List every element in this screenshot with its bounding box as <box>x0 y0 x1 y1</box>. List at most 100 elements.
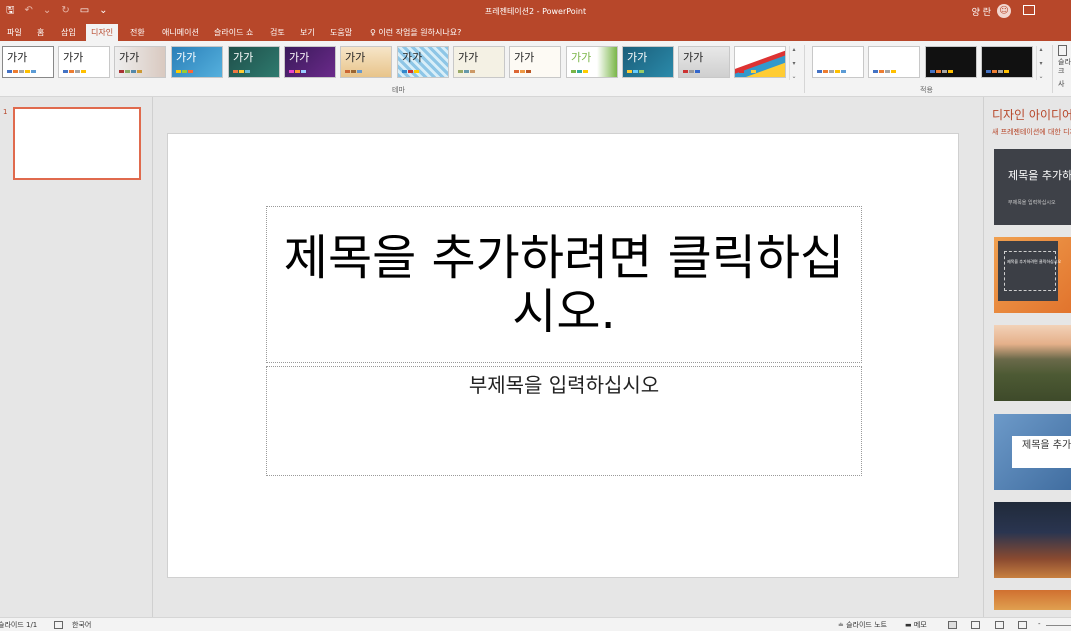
ribbon-display-options-icon[interactable] <box>1023 5 1035 15</box>
zoom-out-button[interactable]: - <box>1038 620 1041 628</box>
scroll-up-icon[interactable]: ▴ <box>792 46 795 53</box>
theme-preview-text: 가가 <box>233 51 254 64</box>
variant-2[interactable] <box>868 46 920 78</box>
slide-sorter-icon[interactable] <box>971 621 980 629</box>
theme-preview-text: 가가 <box>289 51 310 64</box>
subtitle-placeholder[interactable]: 부제목을 입력하십시오 <box>266 366 862 476</box>
tab-transitions[interactable]: 전환 <box>125 24 150 41</box>
user-name: 양 란 <box>971 7 991 18</box>
notes-label: 슬라이드 노트 <box>846 621 887 629</box>
themes-scroll[interactable]: ▴ ▾ ⌄ <box>789 46 798 80</box>
variants-group-label: 적용 <box>920 86 933 94</box>
avatar[interactable]: ☺ <box>997 4 1011 18</box>
group-separator <box>1052 45 1053 93</box>
customize-group[interactable]: 슬라 크 사 <box>1058 45 1071 89</box>
slide-size-icon <box>1058 45 1067 56</box>
design-ideas-subtitle: 새 프레젠테이션에 대한 디자인 아이디어 <box>992 128 1071 136</box>
theme-8[interactable]: 가가 <box>397 46 449 78</box>
theme-13[interactable]: 가가 <box>678 46 730 78</box>
comments-button[interactable]: ▬ 메모 <box>905 620 927 630</box>
theme-5[interactable]: 가가 <box>228 46 280 78</box>
scroll-down-icon[interactable]: ▾ <box>1039 60 1042 67</box>
variant-1[interactable] <box>812 46 864 78</box>
design-idea-6[interactable] <box>994 590 1071 610</box>
tell-me-search[interactable]: ♀ 이런 작업을 원하시나요? <box>370 24 461 41</box>
theme-preview-text: 가가 <box>402 51 423 64</box>
tab-review[interactable]: 검토 <box>265 24 290 41</box>
design-ideas-title: 디자인 아이디어 <box>992 108 1071 122</box>
slide-thumbnail-1[interactable] <box>13 107 141 180</box>
tell-me-label: 이런 작업을 원하시나요? <box>378 28 462 37</box>
notes-icon: ≐ <box>838 621 847 629</box>
theme-3[interactable]: 가가 <box>114 46 166 78</box>
tab-design[interactable]: 디자인 <box>86 24 119 41</box>
slide-canvas[interactable]: 제목을 추가하려면 클릭하십시오. 부제목을 입력하십시오 <box>167 133 959 578</box>
tab-insert[interactable]: 삽입 <box>56 24 81 41</box>
theme-preview-text: 가가 <box>571 51 592 64</box>
design-ribbon: 가가 가가 가가 가가 가가 가가 가가 가가 가가 가가 가가 가가 가가 ▴… <box>0 41 1071 97</box>
zoom-slider[interactable] <box>1046 625 1071 626</box>
theme-11[interactable]: 가가 <box>566 46 618 78</box>
theme-office[interactable]: 가가 <box>2 46 54 78</box>
scroll-up-icon[interactable]: ▴ <box>1039 46 1042 53</box>
theme-14[interactable] <box>734 46 786 78</box>
design-idea-1[interactable]: 제목을 추가하려면 클릭하십시오 부제목을 입력하십시오 <box>994 149 1071 225</box>
theme-office-2[interactable]: 가가 <box>58 46 110 78</box>
variants-scroll[interactable]: ▴ ▾ ⌄ <box>1036 46 1045 80</box>
tab-home[interactable]: 홈 <box>32 24 49 41</box>
idea-title-text: 제목을 추가하려면 클릭하십시오 <box>1008 169 1071 182</box>
more-icon[interactable]: ⌄ <box>791 73 796 80</box>
title-placeholder[interactable]: 제목을 추가하려면 클릭하십시오. <box>266 206 862 363</box>
design-idea-4[interactable]: 제목을 추가하려면 클릭하십시오 <box>994 414 1071 490</box>
ribbon-tabs: 파일 홈 삽입 디자인 전환 애니메이션 슬라이드 쇼 검토 보기 도움말 ♀ … <box>0 22 1071 41</box>
tab-animations[interactable]: 애니메이션 <box>157 24 204 41</box>
customize-label-1: 슬라 <box>1058 58 1071 66</box>
design-idea-5[interactable] <box>994 502 1071 578</box>
theme-preview-text: 가가 <box>176 51 197 64</box>
design-idea-3[interactable] <box>994 325 1071 401</box>
tab-view[interactable]: 보기 <box>295 24 320 41</box>
window-title: 프레젠테이션2 - PowerPoint <box>484 7 587 16</box>
theme-10[interactable]: 가가 <box>509 46 561 78</box>
variant-3[interactable] <box>925 46 977 78</box>
comment-icon: ▬ <box>905 621 914 629</box>
theme-preview-text: 가가 <box>63 51 84 64</box>
theme-4[interactable]: 가가 <box>171 46 223 78</box>
language-indicator[interactable]: 한국어 <box>72 620 91 630</box>
theme-preview-text: 가가 <box>345 51 366 64</box>
tab-help[interactable]: 도움말 <box>325 24 357 41</box>
group-separator <box>804 45 805 93</box>
user-account[interactable]: 양 란 ☺ <box>972 4 1011 18</box>
notes-button[interactable]: ≐ 슬라이드 노트 <box>838 620 887 630</box>
title-placeholder-text: 제목을 추가하려면 클릭하십시오. <box>283 229 845 340</box>
slide-count: 슬라이드 1/1 <box>0 621 38 629</box>
themes-group-label: 테마 <box>392 86 405 94</box>
normal-view-icon[interactable] <box>948 621 957 629</box>
theme-9[interactable]: 가가 <box>453 46 505 78</box>
status-bar: 슬라이드 1/1 한국어 ≐ 슬라이드 노트 ▬ 메모 - <box>0 617 1071 631</box>
design-idea-2[interactable]: 제목을 추가하려면 클릭하십시오 <box>994 237 1071 313</box>
reading-view-icon[interactable] <box>995 621 1004 629</box>
theme-preview-text: 가가 <box>514 51 535 64</box>
comments-label: 메모 <box>913 621 927 629</box>
theme-preview-text: 가가 <box>627 51 648 64</box>
title-bar: 🖫 ↶ ⌄ ↻ ▭ ⌄ 프레젠테이션2 - PowerPoint 양 란 ☺ <box>0 0 1071 22</box>
tab-slideshow[interactable]: 슬라이드 쇼 <box>209 24 258 41</box>
idea-subtitle-text: 부제목을 입력하십시오 <box>1008 200 1056 206</box>
customize-label-2: 크 <box>1058 67 1065 75</box>
theme-preview-text: 가가 <box>119 51 140 64</box>
theme-preview-text: 가가 <box>458 51 479 64</box>
variant-4[interactable] <box>981 46 1033 78</box>
idea-title-text: 제목을 추가하려면 클릭하십시오 <box>1007 259 1062 264</box>
theme-7[interactable]: 가가 <box>340 46 392 78</box>
theme-12[interactable]: 가가 <box>622 46 674 78</box>
tab-file[interactable]: 파일 <box>2 24 27 41</box>
idea-title-text: 제목을 추가하려면 클릭하십시오 <box>1022 440 1071 451</box>
slideshow-view-icon[interactable] <box>1018 621 1027 629</box>
theme-6[interactable]: 가가 <box>284 46 336 78</box>
design-ideas-pane: 디자인 아이디어 새 프레젠테이션에 대한 디자인 아이디어 제목을 추가하려면… <box>983 97 1071 617</box>
accessibility-icon[interactable] <box>54 621 63 629</box>
scroll-down-icon[interactable]: ▾ <box>792 60 795 67</box>
theme-preview-text: 가가 <box>7 51 28 64</box>
more-icon[interactable]: ⌄ <box>1038 73 1043 80</box>
